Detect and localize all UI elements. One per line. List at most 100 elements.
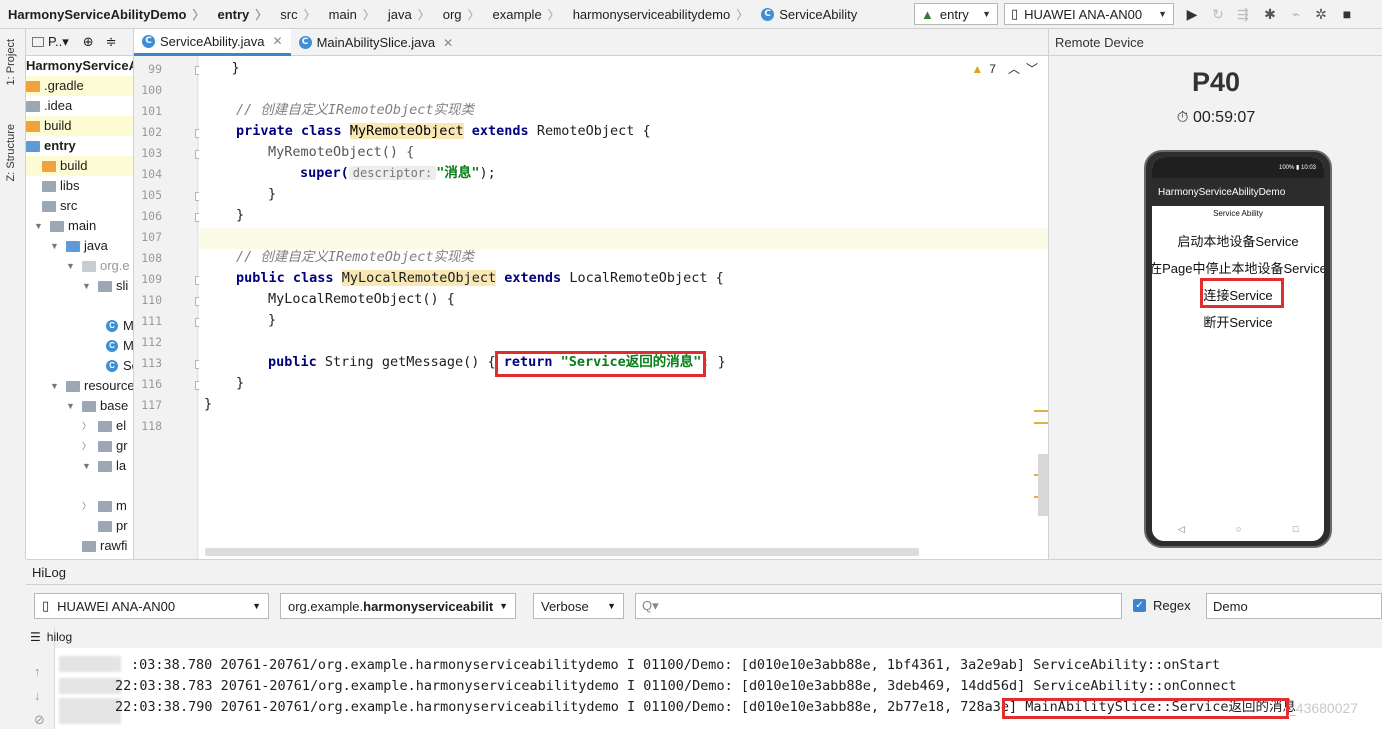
home-icon[interactable]: ○: [1236, 524, 1241, 535]
breadcrumb-org[interactable]: org 〉: [435, 0, 485, 28]
chevron-down-icon[interactable]: ▼: [50, 236, 62, 256]
hilog-process-select[interactable]: org.example. harmonyserviceabilit ▼: [280, 593, 516, 619]
folder-icon: [98, 460, 112, 472]
collapse-all-icon[interactable]: ≑: [106, 34, 117, 50]
back-icon[interactable]: ◁: [1178, 524, 1185, 535]
code-editor[interactable]: ▲ 7 ︿ ﹀ } // 创建自定义IRemoteObject实现类 priva…: [199, 56, 1048, 559]
breadcrumb-module-label: entry: [217, 6, 250, 22]
tree-item-libs[interactable]: libs: [26, 176, 80, 196]
apply-changes-icon[interactable]: ⇶: [1234, 5, 1252, 23]
chevron-down-icon: ▼: [1158, 9, 1167, 19]
tree-item-profile[interactable]: pr: [98, 516, 128, 536]
recents-icon[interactable]: □: [1293, 524, 1298, 535]
run-icon[interactable]: ▶: [1183, 5, 1201, 23]
breadcrumb-src[interactable]: src 〉: [272, 0, 320, 28]
clear-log-icon[interactable]: ⊘: [34, 712, 45, 728]
stop-local-service-button[interactable]: 在Page中停止本地设备Service: [1152, 258, 1324, 277]
tree-item-class-1[interactable]: CM: [106, 316, 133, 336]
chevron-down-icon[interactable]: ▼: [50, 376, 62, 396]
chevron-down-icon[interactable]: ﹀: [1026, 60, 1038, 77]
tree-item-class-2[interactable]: CM: [106, 336, 133, 356]
disconnect-service-button[interactable]: 断开Service: [1152, 312, 1324, 331]
tree-item-idea[interactable]: .idea: [26, 96, 72, 116]
structure-tool-tab[interactable]: Z: Structure: [5, 124, 17, 181]
tree-item-resources[interactable]: ▼ resource: [50, 376, 133, 396]
tree-item-package[interactable]: ▼ org.e: [66, 256, 130, 276]
chevron-down-icon[interactable]: ▼: [82, 456, 94, 476]
tree-item-graphic[interactable]: 〉 gr: [82, 436, 128, 456]
horizontal-scrollbar[interactable]: [205, 548, 919, 556]
breadcrumb-project[interactable]: HarmonyServiceAbilityDemo 〉: [0, 0, 209, 28]
breadcrumb-main[interactable]: main 〉: [321, 0, 380, 28]
hilog-panel-title: HiLog: [26, 559, 1382, 585]
scroll-down-icon[interactable]: ↓: [34, 688, 41, 703]
tree-item-build[interactable]: build: [26, 116, 133, 136]
rerun-icon[interactable]: ↻: [1209, 5, 1227, 23]
project-view-select[interactable]: P..▾: [48, 34, 69, 50]
code-keyword: super(: [300, 165, 349, 181]
tree-item-element[interactable]: 〉 el: [82, 416, 126, 436]
breadcrumb-package[interactable]: harmonyserviceabilitydemo 〉: [565, 0, 754, 28]
device-select[interactable]: ▯ HUAWEI ANA-AN00 ▼: [1004, 3, 1174, 25]
line-number: 109: [141, 272, 162, 286]
folder-icon: [26, 80, 40, 92]
tree-item-main[interactable]: ▼ main: [34, 216, 96, 236]
chevron-right-icon[interactable]: 〉: [82, 436, 94, 456]
chevron-right-icon[interactable]: 〉: [82, 416, 94, 436]
close-icon[interactable]: ✕: [273, 34, 283, 48]
tree-item-java[interactable]: ▼ java: [50, 236, 108, 256]
phone-nav-bar: ◁ ○ □: [1152, 524, 1324, 535]
hilog-tab[interactable]: ☰ hilog: [30, 630, 72, 644]
tree-item-media[interactable]: 〉 m: [82, 496, 127, 516]
hilog-log-output[interactable]: :03:38.780 20761-20761/org.example.harmo…: [55, 648, 1382, 729]
phone-screen[interactable]: 100% ▮ 10:03 HarmonyServiceAbilityDemo S…: [1152, 157, 1324, 541]
tree-item-gradle[interactable]: .gradle: [26, 76, 133, 96]
parameter-hint: descriptor:: [348, 166, 437, 180]
breadcrumb-class[interactable]: C ServiceAbility: [753, 0, 862, 28]
run-configuration-select[interactable]: ▲ entry ▼: [914, 3, 998, 25]
chevron-down-icon[interactable]: ▼: [66, 396, 78, 416]
locate-icon[interactable]: ⊕: [83, 34, 94, 50]
tree-item-src[interactable]: src: [26, 196, 77, 216]
tree-item-slice[interactable]: ▼ sli: [82, 276, 128, 296]
stop-icon[interactable]: ■: [1338, 5, 1356, 23]
project-tool-tab[interactable]: 1: Project: [5, 39, 17, 85]
vertical-scrollbar[interactable]: [1038, 454, 1048, 516]
breadcrumb-module[interactable]: entry 〉: [209, 0, 272, 28]
line-number: 99: [148, 62, 162, 76]
close-icon[interactable]: ✕: [443, 36, 453, 50]
hilog-filter-input[interactable]: Demo: [1206, 593, 1382, 619]
tree-item-entry-build[interactable]: build: [26, 156, 133, 176]
hilog-device-select[interactable]: ▯ HUAWEI ANA-AN00 ▼: [34, 593, 269, 619]
chevron-down-icon[interactable]: ▼: [66, 256, 78, 276]
chevron-up-icon[interactable]: ︿: [1008, 60, 1020, 77]
hilog-search-input[interactable]: Q▾: [635, 593, 1122, 619]
scroll-up-icon[interactable]: ↑: [34, 664, 41, 679]
attach-debugger-icon[interactable]: ⌁: [1287, 5, 1305, 23]
tree-item-root[interactable]: HarmonyServiceAbi: [26, 56, 133, 76]
breadcrumb-java[interactable]: java 〉: [380, 0, 435, 28]
profiler-icon[interactable]: ✲: [1312, 5, 1330, 23]
tree-item-base[interactable]: ▼ base: [66, 396, 128, 416]
start-local-service-button[interactable]: 启动本地设备Service: [1152, 231, 1324, 250]
chevron-right-icon[interactable]: 〉: [82, 496, 94, 516]
tab-service-ability[interactable]: C ServiceAbility.java ✕: [134, 29, 291, 56]
debug-icon[interactable]: ✱: [1261, 5, 1279, 23]
code-line-104: super(descriptor: "消息");: [300, 163, 496, 184]
breadcrumb-example[interactable]: example 〉: [485, 0, 565, 28]
inspection-widget[interactable]: ▲ 7 ︿ ﹀: [971, 60, 1038, 77]
tab-main-ability-slice[interactable]: C MainAbilitySlice.java ✕: [291, 29, 462, 56]
tree-item-entry[interactable]: entry: [26, 136, 76, 156]
project-panel: P..▾ ⊕ ≑ HarmonyServiceAbi .gradle .idea…: [26, 29, 134, 559]
line-number: 111: [141, 314, 162, 328]
line-number: 116: [141, 377, 162, 391]
tree-item-rawfile[interactable]: rawfi: [82, 536, 127, 556]
tree-item-class-3[interactable]: C Se: [106, 356, 133, 376]
run-configuration-label: entry: [939, 6, 969, 22]
tree-item-layout[interactable]: ▼ la: [82, 456, 126, 476]
hilog-process-prefix: org.example.: [288, 598, 364, 614]
regex-checkbox[interactable]: ✓: [1133, 599, 1146, 612]
chevron-down-icon[interactable]: ▼: [34, 216, 46, 236]
hilog-level-select[interactable]: Verbose ▼: [533, 593, 624, 619]
chevron-down-icon[interactable]: ▼: [82, 276, 94, 296]
